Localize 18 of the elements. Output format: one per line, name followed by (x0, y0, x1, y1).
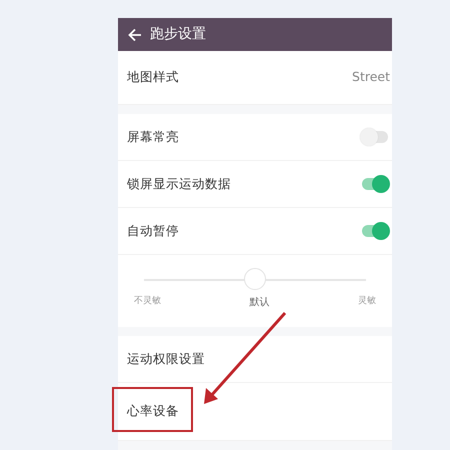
setting-label: 地图样式 (127, 68, 179, 86)
slider-thumb[interactable] (244, 268, 266, 290)
toggle-switch[interactable] (360, 174, 390, 194)
setting-label: 心率设备 (127, 402, 179, 420)
setting-label: 锁屏显示运动数据 (127, 174, 231, 193)
setting-label: 自动暂停 (127, 222, 179, 240)
back-icon[interactable] (128, 28, 142, 42)
toggle-switch[interactable] (360, 221, 390, 241)
slider-label: 不灵敏 (134, 295, 161, 308)
slider-label: 默认 (250, 296, 270, 310)
setting-label: 运动权限设置 (127, 350, 205, 368)
page-title: 跑步设置 (150, 25, 206, 44)
setting-label: 屏幕常亮 (127, 128, 179, 146)
toggle-switch[interactable] (360, 127, 390, 147)
slider-label: 灵敏 (358, 295, 376, 308)
setting-value: Street (352, 68, 390, 86)
setting-row[interactable]: 地图样式 Street (118, 51, 392, 105)
setting-row[interactable]: 运动权限设置 (118, 336, 392, 383)
